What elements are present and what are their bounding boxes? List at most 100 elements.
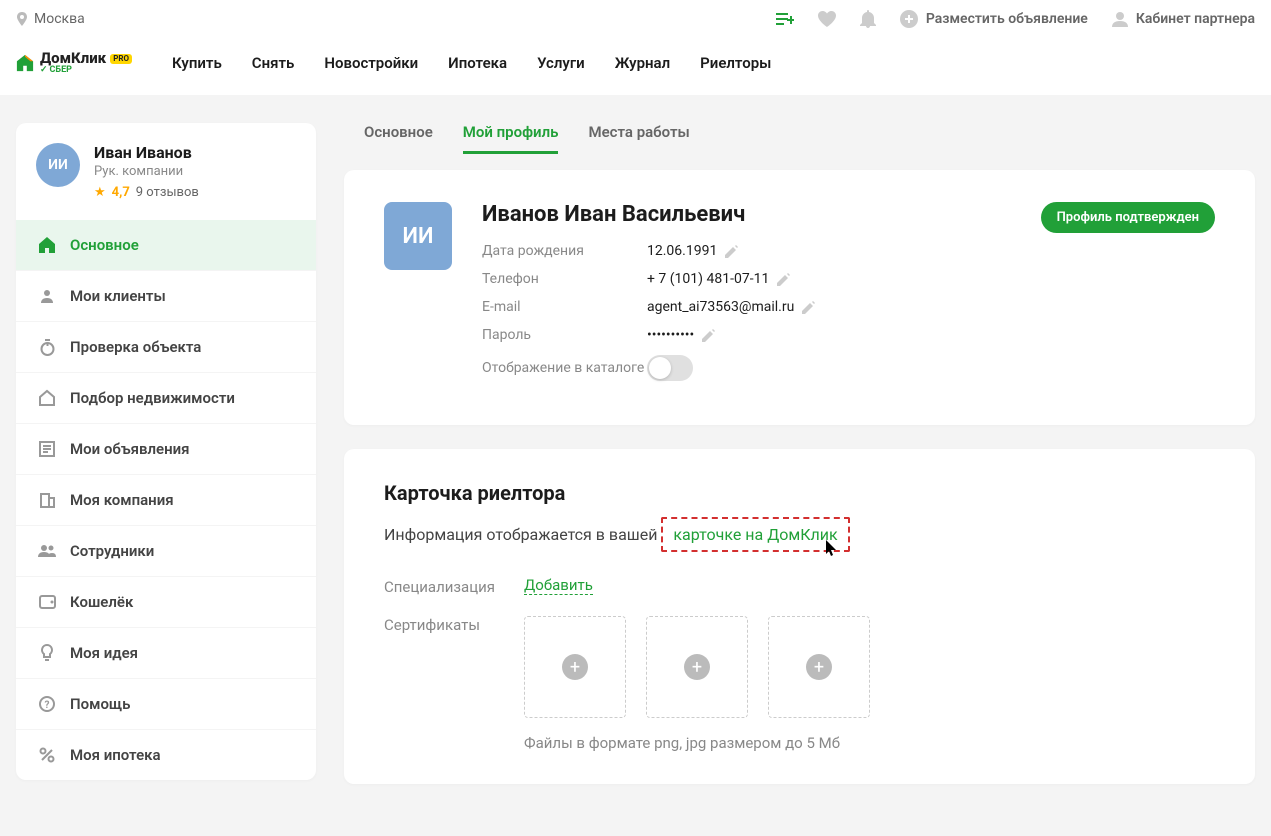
sidebar-item-label: Подбор недвижимости xyxy=(70,389,235,407)
verified-badge: Профиль подтвержден xyxy=(1041,202,1215,233)
profile-card: ИИ Иванов Иван Васильевич Дата рождения … xyxy=(344,170,1255,425)
edit-phone-icon[interactable] xyxy=(777,273,790,286)
realtor-desc-prefix: Информация отображается в вашей xyxy=(384,525,657,544)
post-ad-link[interactable]: Разместить объявление xyxy=(900,10,1088,28)
bulb-icon xyxy=(38,644,56,662)
sidebar-profile: ИИ Иван Иванов Рук. компании ★ 4,7 9 отз… xyxy=(16,123,316,220)
content-tabs: Основное Мой профиль Места работы xyxy=(344,123,1255,170)
cursor-icon xyxy=(826,540,838,556)
cert-hint: Файлы в формате png, jpg размером до 5 М… xyxy=(524,734,1215,752)
password-value: •••••••••• xyxy=(647,327,694,343)
email-label: E-mail xyxy=(482,299,647,315)
nav-services[interactable]: Услуги xyxy=(537,54,585,72)
star-icon: ★ xyxy=(94,185,106,200)
help-icon: ? xyxy=(38,696,56,712)
realtor-card-title: Карточка риелтора xyxy=(384,481,1215,505)
wallet-icon xyxy=(38,595,56,609)
catalog-label: Отображение в каталоге xyxy=(482,360,647,376)
sidebar-item-clients[interactable]: Мои клиенты xyxy=(16,270,316,321)
password-label: Пароль xyxy=(482,327,647,343)
reviews-link[interactable]: 9 отзывов xyxy=(136,185,199,200)
cert-upload-1[interactable]: + xyxy=(524,616,626,718)
realtor-card-block: Карточка риелтора Информация отображаетс… xyxy=(344,449,1255,784)
pin-icon xyxy=(16,12,28,26)
nav-buy[interactable]: Купить xyxy=(172,54,222,72)
cert-label: Сертификаты xyxy=(384,616,524,634)
plus-icon: + xyxy=(684,654,710,680)
person-icon xyxy=(38,288,56,304)
dob-value: 12.06.1991 xyxy=(647,243,717,259)
cert-upload-2[interactable]: + xyxy=(646,616,748,718)
sidebar-item-mortgage[interactable]: Моя ипотека xyxy=(16,729,316,780)
plus-icon: + xyxy=(806,654,832,680)
rating-value: 4,7 xyxy=(112,185,130,200)
catalog-toggle[interactable] xyxy=(647,355,693,381)
sidebar-item-staff[interactable]: Сотрудники xyxy=(16,525,316,576)
logo-name: ДомКлик xyxy=(40,51,106,66)
edit-password-icon[interactable] xyxy=(702,329,715,342)
sidebar-item-check[interactable]: Проверка объекта xyxy=(16,321,316,372)
sidebar-item-label: Мои объявления xyxy=(70,440,190,458)
sidebar-role: Рук. компании xyxy=(94,164,199,179)
sidebar-username: Иван Иванов xyxy=(94,143,199,162)
add-spec-link[interactable]: Добавить xyxy=(524,576,593,595)
logo-icon xyxy=(16,54,34,72)
sidebar: ИИ Иван Иванов Рук. компании ★ 4,7 9 отз… xyxy=(16,123,316,780)
home-icon xyxy=(38,236,56,254)
nav-rent[interactable]: Снять xyxy=(252,54,295,72)
sidebar-item-main[interactable]: Основное xyxy=(16,220,316,270)
profile-fullname: Иванов Иван Васильевич xyxy=(482,202,1011,227)
sidebar-item-ads[interactable]: Мои объявления xyxy=(16,423,316,474)
phone-value: + 7 (101) 481-07-11 xyxy=(647,271,769,287)
nav-mortgage[interactable]: Ипотека xyxy=(448,54,507,72)
logo-sber: СБЕР xyxy=(50,66,72,75)
sidebar-avatar: ИИ xyxy=(36,143,80,187)
post-ad-label: Разместить объявление xyxy=(926,11,1088,27)
list-icon xyxy=(38,441,56,457)
spec-label: Специализация xyxy=(384,576,524,596)
sidebar-item-company[interactable]: Моя компания xyxy=(16,474,316,525)
profile-avatar: ИИ xyxy=(384,202,452,270)
edit-dob-icon[interactable] xyxy=(725,245,738,258)
percent-icon xyxy=(38,747,56,763)
domclick-card-link[interactable]: карточке на ДомКлик xyxy=(673,525,837,544)
sidebar-item-label: Моя компания xyxy=(70,491,174,509)
sidebar-item-label: Моя идея xyxy=(70,644,138,662)
cert-upload-3[interactable]: + xyxy=(768,616,870,718)
compare-icon[interactable] xyxy=(776,12,794,26)
sidebar-item-label: Мои клиенты xyxy=(70,287,166,305)
nav-journal[interactable]: Журнал xyxy=(615,54,670,72)
tab-profile[interactable]: Мой профиль xyxy=(463,123,559,154)
sidebar-item-wallet[interactable]: Кошелёк xyxy=(16,576,316,627)
sidebar-item-search[interactable]: Подбор недвижимости xyxy=(16,372,316,423)
edit-email-icon[interactable] xyxy=(802,301,815,314)
building-icon xyxy=(38,492,56,508)
phone-label: Телефон xyxy=(482,271,647,287)
tab-workplaces[interactable]: Места работы xyxy=(588,123,689,154)
heart-icon[interactable] xyxy=(818,11,836,27)
check-icon: ✓ xyxy=(40,66,48,75)
logo[interactable]: ДомКлик PRO ✓СБЕР xyxy=(16,51,132,75)
people-icon xyxy=(38,544,56,558)
bell-icon[interactable] xyxy=(860,10,876,28)
city-name: Москва xyxy=(34,11,85,27)
sidebar-item-help[interactable]: ? Помощь xyxy=(16,678,316,729)
sidebar-item-label: Моя ипотека xyxy=(70,746,161,764)
email-value: agent_ai73563@mail.ru xyxy=(647,299,794,315)
partner-cabinet-label: Кабинет партнера xyxy=(1136,11,1255,27)
nav-new[interactable]: Новостройки xyxy=(324,54,418,72)
logo-pro: PRO xyxy=(110,54,132,64)
plus-icon: + xyxy=(562,654,588,680)
nav-realtors[interactable]: Риелторы xyxy=(700,54,771,72)
timer-icon xyxy=(38,339,56,356)
tab-main[interactable]: Основное xyxy=(364,123,433,154)
sidebar-item-label: Основное xyxy=(70,236,139,254)
svg-text:?: ? xyxy=(45,700,50,711)
dob-label: Дата рождения xyxy=(482,243,647,259)
highlight-box: карточке на ДомКлик xyxy=(661,517,849,552)
partner-cabinet-link[interactable]: Кабинет партнера xyxy=(1112,11,1255,27)
sidebar-item-label: Кошелёк xyxy=(70,593,133,611)
sidebar-item-idea[interactable]: Моя идея xyxy=(16,627,316,678)
city-selector[interactable]: Москва xyxy=(16,11,85,27)
sidebar-item-label: Помощь xyxy=(70,695,130,713)
